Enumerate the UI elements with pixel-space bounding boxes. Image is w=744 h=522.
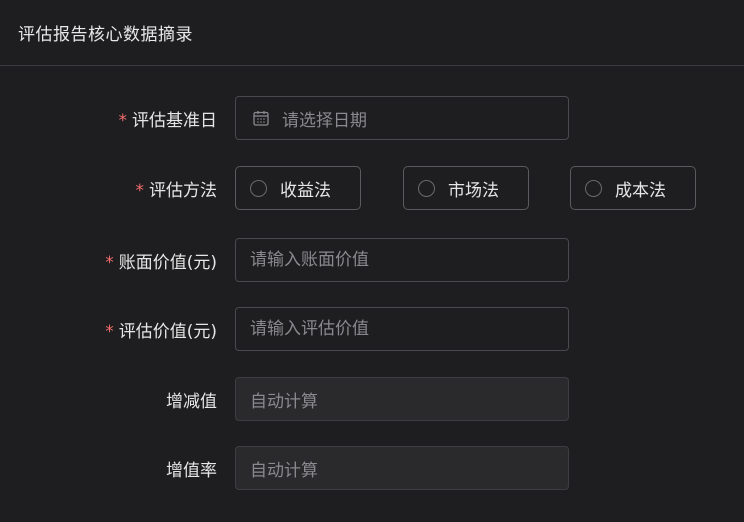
appraised-value-field[interactable]	[235, 307, 569, 351]
panel-header: 评估报告核心数据摘录	[0, 0, 744, 66]
form-row-increase-value: 增减值 自动计算	[0, 377, 744, 421]
valuation-method-label-text: 评估方法	[149, 180, 217, 201]
radio-circle-icon	[585, 179, 602, 197]
valuation-summary-panel: 评估报告核心数据摘录 * 评估基准日 请选择日期 * 评估方法 收益法 市场法 …	[0, 0, 744, 522]
radio-label: 市场法	[448, 180, 499, 201]
increase-value-text: 自动计算	[250, 391, 318, 412]
radio-circle-icon	[418, 179, 435, 197]
valuation-date-label-text: 评估基准日	[132, 110, 217, 131]
radio-cost-approach[interactable]: 成本法	[570, 166, 696, 210]
valuation-date-placeholder: 请选择日期	[282, 110, 367, 131]
valuation-method-label: * 评估方法	[0, 176, 219, 201]
panel-title: 评估报告核心数据摘录	[18, 25, 193, 45]
form-row-valuation-method: * 评估方法 收益法 市场法 成本法	[0, 166, 744, 210]
required-mark: *	[105, 321, 114, 342]
increase-rate-label: 增值率	[166, 460, 217, 481]
form-row-book-value: * 账面价值(元)	[0, 238, 744, 282]
book-value-label: * 账面价值(元)	[0, 248, 219, 273]
increase-value-field: 自动计算	[235, 377, 569, 421]
required-mark: *	[118, 110, 128, 131]
book-value-input[interactable]	[250, 250, 568, 270]
calendar-icon	[253, 111, 269, 126]
radio-market-approach[interactable]: 市场法	[403, 166, 529, 210]
valuation-date-picker[interactable]: 请选择日期	[235, 96, 569, 140]
radio-income-approach[interactable]: 收益法	[235, 166, 361, 210]
form-row-appraised-value: * 评估价值(元)	[0, 307, 744, 351]
appraised-value-label: * 评估价值(元)	[0, 317, 219, 342]
appraised-value-label-text: 评估价值(元)	[118, 321, 217, 342]
radio-label: 收益法	[280, 180, 331, 201]
form-row-increase-rate: 增值率 自动计算	[0, 446, 744, 490]
increase-rate-field: 自动计算	[235, 446, 569, 490]
book-value-field[interactable]	[235, 238, 569, 282]
valuation-date-label: * 评估基准日	[0, 106, 219, 131]
appraised-value-input[interactable]	[250, 319, 568, 339]
radio-circle-icon	[250, 179, 267, 197]
required-mark: *	[105, 252, 114, 273]
required-mark: *	[135, 180, 145, 201]
book-value-label-text: 账面价值(元)	[118, 252, 217, 273]
form-row-valuation-date: * 评估基准日 请选择日期	[0, 96, 744, 140]
radio-label: 成本法	[615, 180, 666, 201]
increase-value-label: 增减值	[166, 391, 217, 412]
increase-rate-text: 自动计算	[250, 460, 318, 481]
